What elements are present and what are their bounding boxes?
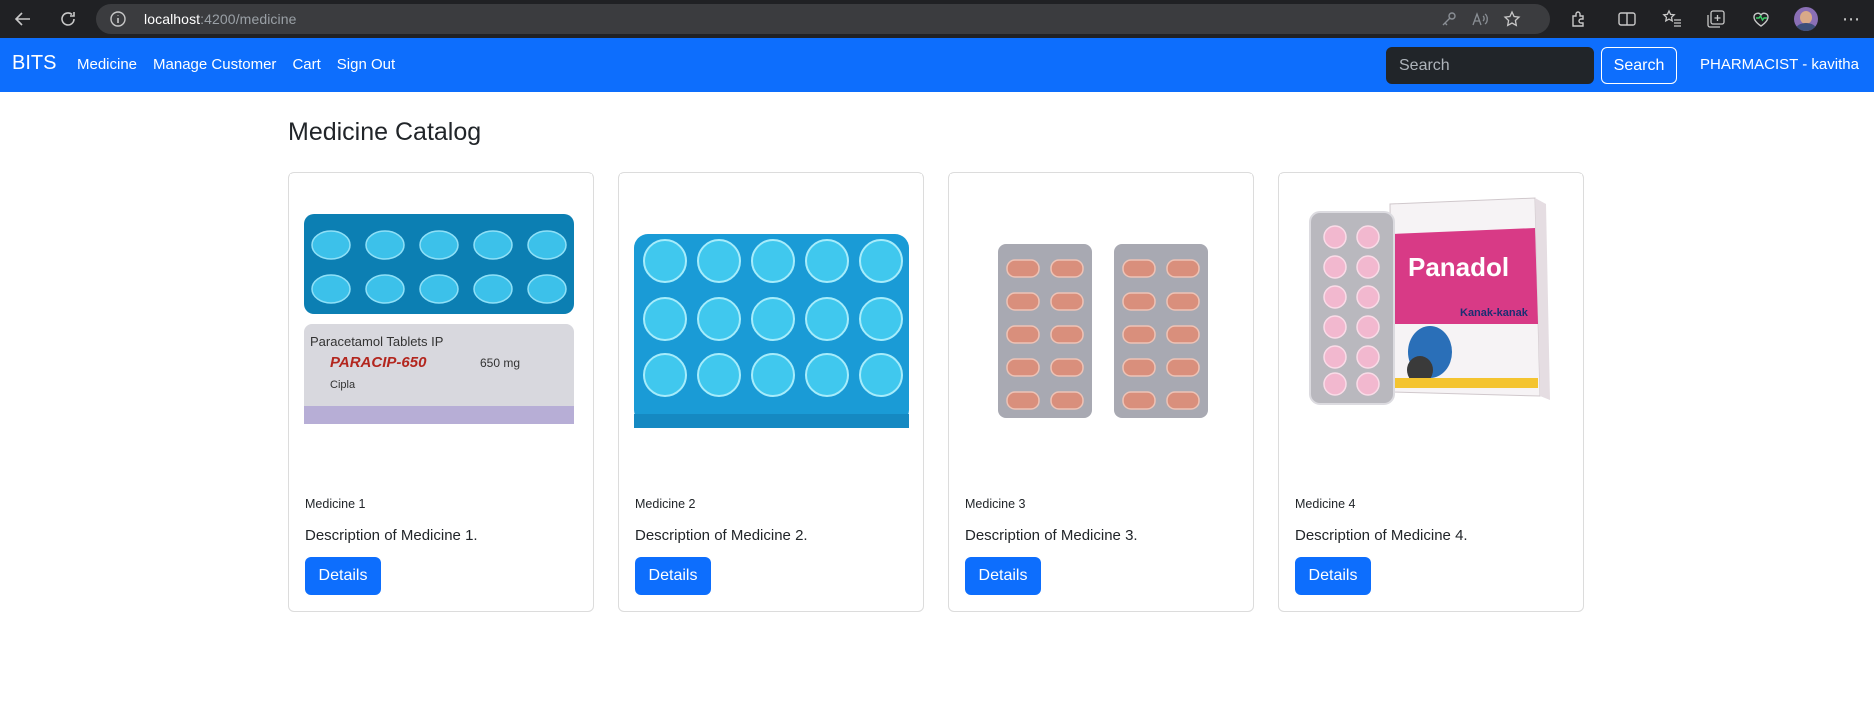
back-arrow-icon[interactable] (10, 6, 36, 32)
card-title: Medicine 4 (1295, 497, 1356, 511)
more-options-icon[interactable]: ⋯ (1840, 8, 1862, 30)
strip-label-brand: PARACIP-650 (330, 354, 427, 371)
strip-label-maker: Cipla (330, 379, 356, 391)
medicine-image: Paracetamol Tablets IP PARACIP-650 650 m… (290, 174, 592, 480)
details-button[interactable]: Details (965, 557, 1041, 595)
profile-avatar[interactable] (1794, 7, 1818, 31)
nav-link-medicine[interactable]: Medicine (77, 56, 137, 73)
card-description: Description of Medicine 4. (1295, 527, 1468, 544)
card-title: Medicine 1 (305, 497, 366, 511)
user-role-label: PHARMACIST - kavitha (1700, 56, 1859, 73)
card-title: Medicine 2 (635, 497, 696, 511)
card-title: Medicine 3 (965, 497, 1026, 511)
medicine-image: Panadol Kanak-kanak (1280, 174, 1582, 480)
details-button[interactable]: Details (635, 557, 711, 595)
details-button[interactable]: Details (1295, 557, 1371, 595)
medicine-card: Medicine 2 Description of Medicine 2. De… (618, 172, 924, 612)
navbar-brand[interactable]: BITS (12, 52, 56, 75)
key-icon[interactable] (1440, 10, 1458, 28)
strip-label-generic: Paracetamol Tablets IP (310, 334, 443, 349)
box-brand-text: Panadol (1408, 252, 1509, 282)
medicine-image (950, 174, 1252, 480)
strip-label-dose: 650 mg (480, 356, 520, 370)
split-screen-icon[interactable] (1616, 8, 1638, 30)
url-text[interactable]: localhost:4200/medicine (144, 11, 297, 27)
card-description: Description of Medicine 2. (635, 527, 808, 544)
nav-link-sign-out[interactable]: Sign Out (337, 56, 395, 73)
address-bar[interactable]: localhost:4200/medicine (96, 4, 1550, 34)
url-host: localhost (144, 11, 201, 27)
collections-icon[interactable] (1705, 8, 1727, 30)
navbar: BITS Medicine Manage Customer Cart Sign … (0, 38, 1874, 92)
medicine-card: Medicine 3 Description of Medicine 3. De… (948, 172, 1254, 612)
nav-links: Medicine Manage Customer Cart Sign Out (77, 56, 411, 73)
favorites-icon[interactable] (1661, 8, 1683, 30)
favorite-star-icon[interactable] (1503, 10, 1521, 28)
reload-icon[interactable] (55, 6, 81, 32)
search-input[interactable] (1386, 47, 1594, 84)
read-aloud-icon[interactable] (1471, 10, 1489, 28)
browser-essentials-icon[interactable] (1750, 8, 1772, 30)
card-description: Description of Medicine 1. (305, 527, 478, 544)
browser-toolbar: localhost:4200/medicine ⋯ (0, 0, 1874, 38)
nav-link-cart[interactable]: Cart (292, 56, 320, 73)
url-path: :4200/medicine (200, 11, 297, 27)
medicine-card: Paracetamol Tablets IP PARACIP-650 650 m… (288, 172, 594, 612)
page-title: Medicine Catalog (288, 118, 482, 146)
extensions-icon[interactable] (1568, 8, 1590, 30)
details-button[interactable]: Details (305, 557, 381, 595)
search-button[interactable]: Search (1601, 47, 1677, 84)
card-description: Description of Medicine 3. (965, 527, 1138, 544)
medicine-card: Panadol Kanak-kanak Medicine 4 Descripti… (1278, 172, 1584, 612)
box-subtitle-text: Kanak-kanak (1460, 307, 1529, 319)
nav-link-manage-customer[interactable]: Manage Customer (153, 56, 276, 73)
site-info-icon[interactable] (109, 10, 127, 28)
medicine-image (620, 174, 922, 480)
